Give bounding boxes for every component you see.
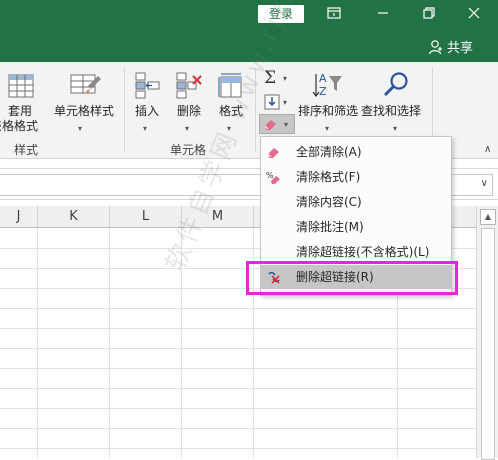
delete-label: 删除 <box>177 104 202 118</box>
gridline <box>0 308 476 309</box>
format-as-table-icon <box>8 74 34 98</box>
cell-styles-label: 单元格样式 <box>54 104 115 118</box>
fill-button[interactable]: ▾ <box>262 92 292 112</box>
gridline <box>0 448 476 449</box>
chevron-down-icon: ▾ <box>283 98 288 107</box>
svg-text:%: % <box>266 171 274 180</box>
find-select-label: 查找和选择 <box>361 104 422 118</box>
minimize-icon[interactable] <box>375 5 391 21</box>
gridline <box>0 408 476 409</box>
chevron-down-icon: ▾ <box>393 124 398 133</box>
svg-text:Z: Z <box>319 85 327 98</box>
sort-filter-icon: A Z <box>312 72 342 98</box>
restore-icon[interactable] <box>421 5 437 21</box>
insert-label: 插入 <box>135 104 160 118</box>
gridline <box>0 388 476 389</box>
chevron-down-icon: ▾ <box>185 124 190 133</box>
svg-text:A: A <box>319 72 327 85</box>
chevron-down-icon: ▾ <box>284 120 289 129</box>
group-divider <box>124 68 125 152</box>
delete-cells-button[interactable]: 删除 ▾ <box>172 70 206 133</box>
expand-formula-bar-icon[interactable]: ∨ <box>481 178 488 189</box>
delete-cells-icon <box>176 72 202 99</box>
gridline <box>0 348 476 349</box>
person-icon <box>428 39 442 54</box>
menu-item-clear-comments[interactable]: 清除批注(M) <box>261 215 451 239</box>
gridline <box>37 228 38 458</box>
share-button[interactable]: 共享 <box>428 37 473 56</box>
eraser-icon <box>264 120 276 130</box>
clear-format-icon: % <box>266 171 280 184</box>
fill-down-icon <box>264 94 280 110</box>
close-icon[interactable] <box>466 5 482 21</box>
gridline <box>109 228 110 458</box>
sort-filter-label: 排序和筛选 <box>298 104 359 118</box>
menu-item-label: 清除内容(C) <box>296 195 362 209</box>
scroll-up-icon[interactable]: ▲ <box>480 209 496 225</box>
share-label: 共享 <box>447 41 474 56</box>
cell-styles-button[interactable]: 单元格样式 ▾ <box>50 72 120 133</box>
ribbon-display-options-icon[interactable] <box>326 5 342 21</box>
menu-item-clear-contents[interactable]: 清除内容(C) <box>261 190 451 214</box>
menu-item-label: 清除格式(F) <box>296 170 361 184</box>
format-as-table-label-1: 套用 <box>8 104 33 118</box>
gridline <box>0 328 476 329</box>
chevron-down-icon: ▾ <box>143 124 148 133</box>
menu-item-clear-all[interactable]: 全部清除(A) <box>261 140 451 164</box>
menu-item-label: 清除批注(M) <box>296 220 364 234</box>
sort-filter-button[interactable]: A Z 排序和筛选 ▾ <box>296 70 360 133</box>
highlight-callout-box <box>246 261 458 295</box>
collapse-ribbon-icon[interactable]: ∧ <box>484 144 491 155</box>
vertical-scrollbar[interactable]: ▲ <box>476 206 498 460</box>
styles-group-label: 样式 <box>14 143 39 157</box>
column-header[interactable]: J <box>0 206 38 228</box>
menu-item-label: 全部清除(A) <box>296 145 362 159</box>
chevron-down-icon: ▾ <box>325 124 330 133</box>
menu-item-clear-formats[interactable]: % 清除格式(F) <box>261 165 451 189</box>
column-header[interactable]: K <box>38 206 110 228</box>
scroll-thumb[interactable] <box>481 228 495 460</box>
gridline <box>0 428 476 429</box>
format-as-table-button[interactable]: 套用 表格格式 <box>0 72 40 133</box>
gridline <box>0 368 476 369</box>
eraser-icon <box>267 148 279 158</box>
format-as-table-label-2: 表格格式 <box>0 119 39 133</box>
insert-cells-icon <box>135 72 160 99</box>
chevron-down-icon: ▾ <box>283 74 288 83</box>
find-select-button[interactable]: 查找和选择 ▾ <box>361 70 428 133</box>
clear-button[interactable]: ▾ <box>259 114 295 134</box>
cell-styles-icon <box>70 74 101 94</box>
chevron-down-icon: ▾ <box>78 124 83 133</box>
insert-cells-button[interactable]: 插入 ▾ <box>130 70 164 133</box>
magnifier-icon <box>383 72 408 97</box>
